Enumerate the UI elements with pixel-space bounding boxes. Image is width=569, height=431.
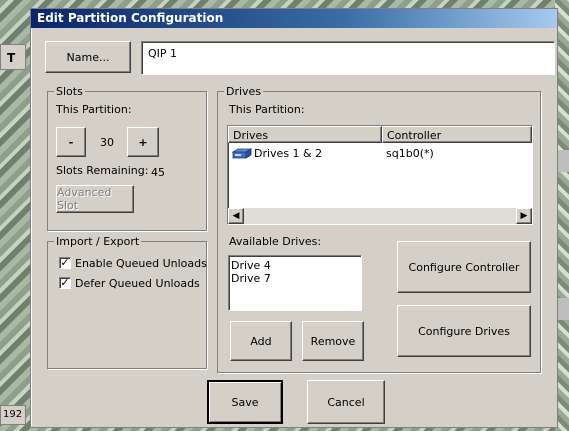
dialog-title: Edit Partition Configuration — [31, 9, 557, 28]
column-header-controller[interactable]: Controller — [382, 126, 532, 143]
name-button[interactable]: Name... — [45, 41, 131, 73]
defer-queued-unloads-checkbox[interactable]: ✓ — [59, 277, 71, 289]
drive-cell: Drives 1 & 2 — [254, 147, 323, 160]
advanced-slot-button[interactable]: Advanced Slot — [56, 185, 134, 213]
partition-drives-list[interactable]: Drives Controller Drives 1 & 2 sq1b0(*) … — [227, 125, 533, 225]
enable-queued-unloads-label[interactable]: Enable Queued Unloads — [75, 257, 207, 270]
edit-partition-dialog: Edit Partition Configuration Name... QIP… — [30, 8, 558, 428]
table-row[interactable]: Drives 1 & 2 sq1b0(*) — [230, 146, 530, 162]
slots-decrement-button[interactable]: - — [56, 127, 86, 157]
available-drives-label: Available Drives: — [229, 235, 322, 248]
slots-value-field[interactable]: 30 — [87, 127, 127, 157]
enable-queued-unloads-checkbox[interactable]: ✓ — [59, 257, 71, 269]
save-button[interactable]: Save — [207, 380, 283, 424]
defer-queued-unloads-label[interactable]: Defer Queued Unloads — [75, 277, 200, 290]
cancel-button[interactable]: Cancel — [307, 380, 385, 424]
list-horizontal-scrollbar[interactable]: ◀ ▶ — [228, 208, 532, 224]
slots-this-partition-label: This Partition: — [56, 103, 132, 116]
scroll-right-arrow-icon[interactable]: ▶ — [516, 208, 532, 224]
list-item[interactable]: Drive 4 — [231, 259, 359, 272]
background-counter: 192 — [0, 405, 26, 425]
available-drives-list[interactable]: Drive 4 Drive 7 — [228, 255, 362, 311]
background-tab[interactable]: T — [0, 44, 26, 70]
tape-drive-icon — [231, 148, 253, 159]
name-button-label: Name... — [66, 50, 110, 64]
list-item[interactable]: Drive 7 — [231, 272, 359, 285]
import-export-group-label: Import / Export — [54, 235, 142, 248]
column-header-drives[interactable]: Drives — [228, 126, 382, 143]
scroll-left-arrow-icon[interactable]: ◀ — [228, 208, 244, 224]
slots-remaining-label: Slots Remaining: — [56, 164, 149, 177]
slots-remaining-value: 45 — [151, 166, 165, 179]
partition-name-field[interactable]: QIP 1 — [141, 41, 555, 75]
configure-drives-button[interactable]: Configure Drives — [397, 305, 531, 357]
slots-group-label: Slots — [54, 85, 85, 98]
configure-controller-button[interactable]: Configure Controller — [397, 241, 531, 293]
drives-group-label: Drives — [224, 85, 264, 98]
drives-this-partition-label: This Partition: — [229, 103, 305, 116]
remove-button[interactable]: Remove — [302, 321, 364, 361]
add-button[interactable]: Add — [230, 321, 292, 361]
controller-cell: sq1b0(*) — [386, 147, 434, 160]
slots-increment-button[interactable]: + — [127, 127, 159, 157]
